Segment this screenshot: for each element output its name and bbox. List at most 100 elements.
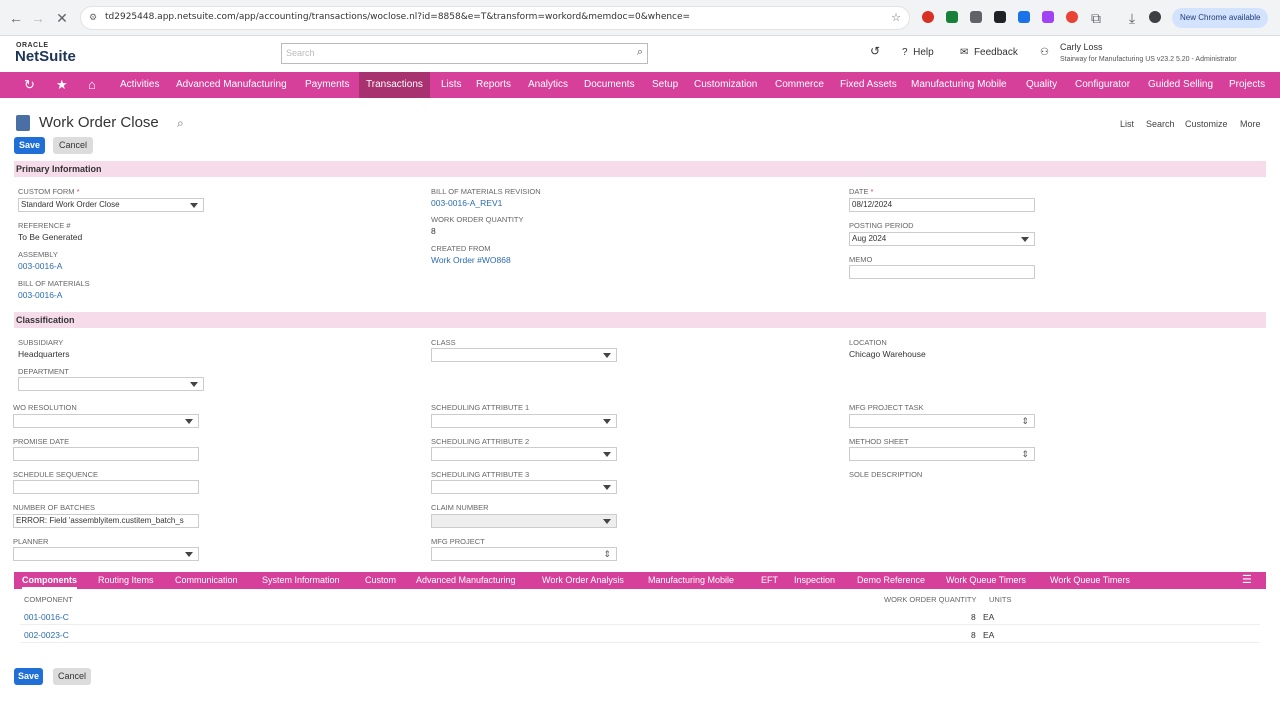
tab-work-order-analysis[interactable]: Work Order Analysis bbox=[542, 572, 624, 589]
component-link[interactable]: 001-0016-C bbox=[24, 612, 69, 622]
nav-documents[interactable]: Documents bbox=[584, 72, 635, 98]
posting-period-select[interactable]: Aug 2024 bbox=[849, 232, 1035, 246]
tab-custom[interactable]: Custom bbox=[365, 572, 396, 589]
nav-payments[interactable]: Payments bbox=[305, 72, 349, 98]
more-link[interactable]: More bbox=[1240, 119, 1261, 129]
tab-components[interactable]: Components bbox=[22, 572, 77, 589]
search-icon[interactable]: ⌕ bbox=[177, 116, 184, 131]
scheduling-attribute-1-select[interactable] bbox=[431, 414, 617, 428]
new-chrome-available-button[interactable]: New Chrome available bbox=[1172, 8, 1269, 28]
cancel-button-bottom[interactable]: Cancel bbox=[53, 668, 91, 685]
netsuite-logo[interactable]: NetSuite bbox=[15, 48, 76, 65]
nav-advanced-manufacturing[interactable]: Advanced Manufacturing bbox=[176, 72, 287, 98]
assembly-link[interactable]: 003-0016-A bbox=[18, 261, 62, 271]
method-sheet-select[interactable] bbox=[849, 447, 1035, 461]
tab-system-information[interactable]: System Information bbox=[262, 572, 340, 589]
tab-advanced-manufacturing[interactable]: Advanced Manufacturing bbox=[416, 572, 516, 589]
tab-work-queue-timers-2[interactable]: Work Queue Timers bbox=[1050, 572, 1130, 589]
nav-lists[interactable]: Lists bbox=[441, 72, 462, 98]
mfg-project-select[interactable] bbox=[431, 547, 617, 561]
extension-icon[interactable] bbox=[1042, 11, 1054, 23]
nav-setup[interactable]: Setup bbox=[652, 72, 678, 98]
extension-icon[interactable] bbox=[1066, 11, 1078, 23]
nav-commerce[interactable]: Commerce bbox=[775, 72, 824, 98]
extension-icon[interactable] bbox=[922, 11, 934, 23]
back-icon[interactable]: ← bbox=[6, 8, 26, 28]
user-roles-icon[interactable]: ⚇ bbox=[1040, 47, 1049, 58]
nav-customization[interactable]: Customization bbox=[694, 72, 757, 98]
component-column-header: COMPONENT bbox=[24, 595, 73, 604]
reference-value: To Be Generated bbox=[18, 232, 83, 242]
table-row: 002-0023-C 8 EA bbox=[20, 625, 1260, 643]
nav-configurator[interactable]: Configurator bbox=[1075, 72, 1130, 98]
date-input[interactable]: 08/12/2024 bbox=[849, 198, 1035, 212]
tab-demo-reference[interactable]: Demo Reference bbox=[857, 572, 925, 589]
download-icon[interactable]: ⤓ bbox=[1122, 8, 1142, 28]
nav-transactions[interactable]: Transactions bbox=[359, 72, 430, 98]
address-bar[interactable]: ⚙ td2925448.app.netsuite.com/app/account… bbox=[80, 6, 910, 30]
scheduling-attribute-2-label: SCHEDULING ATTRIBUTE 2 bbox=[431, 437, 530, 446]
primary-information-header[interactable]: Primary Information bbox=[14, 161, 1266, 177]
nav-fixed-assets[interactable]: Fixed Assets bbox=[840, 72, 897, 98]
site-info-icon[interactable]: ⚙ bbox=[89, 12, 97, 23]
bookmark-star-icon[interactable]: ☆ bbox=[891, 11, 901, 24]
user-name[interactable]: Carly Loss bbox=[1060, 42, 1103, 52]
search-icon[interactable]: ⌕ bbox=[637, 46, 643, 59]
mfg-project-task-select[interactable] bbox=[849, 414, 1035, 428]
tab-manufacturing-mobile[interactable]: Manufacturing Mobile bbox=[648, 572, 734, 589]
nav-projects[interactable]: Projects bbox=[1229, 72, 1265, 98]
wo-resolution-select[interactable] bbox=[13, 414, 199, 428]
profile-avatar[interactable] bbox=[1149, 11, 1161, 23]
created-from-link[interactable]: Work Order #WO868 bbox=[431, 255, 511, 265]
extensions-puzzle-icon[interactable]: ⧉ bbox=[1086, 8, 1106, 28]
department-label: DEPARTMENT bbox=[18, 367, 69, 376]
department-select[interactable] bbox=[18, 377, 204, 391]
tab-communication[interactable]: Communication bbox=[175, 572, 238, 589]
feedback-link[interactable]: ✉ Feedback bbox=[960, 47, 1018, 58]
schedule-sequence-input[interactable] bbox=[13, 480, 199, 494]
cancel-button[interactable]: Cancel bbox=[53, 137, 93, 154]
extension-icon[interactable] bbox=[970, 11, 982, 23]
list-link[interactable]: List bbox=[1120, 119, 1134, 129]
tab-work-queue-timers[interactable]: Work Queue Timers bbox=[946, 572, 1026, 589]
planner-select[interactable] bbox=[13, 547, 199, 561]
memo-input[interactable] bbox=[849, 265, 1035, 279]
promise-date-input[interactable] bbox=[13, 447, 199, 461]
extension-icon[interactable] bbox=[1018, 11, 1030, 23]
nav-manufacturing-mobile[interactable]: Manufacturing Mobile bbox=[911, 72, 1007, 98]
recent-records-icon[interactable]: ↺ bbox=[870, 44, 880, 58]
tab-inspection[interactable]: Inspection bbox=[794, 572, 835, 589]
bom-link[interactable]: 003-0016-A bbox=[18, 290, 62, 300]
save-button-bottom[interactable]: Save bbox=[14, 668, 43, 685]
nav-guided-selling[interactable]: Guided Selling bbox=[1148, 72, 1213, 98]
global-search-input[interactable]: Search ⌕ bbox=[281, 43, 648, 64]
classification-header[interactable]: Classification bbox=[14, 312, 1266, 328]
home-icon[interactable]: ⌂ bbox=[88, 72, 96, 98]
extension-icon[interactable] bbox=[994, 11, 1006, 23]
help-link[interactable]: ? Help bbox=[902, 47, 934, 58]
number-of-batches-input[interactable]: ERROR: Field 'assemblyitem.custitem_batc… bbox=[13, 514, 199, 528]
extension-icon[interactable] bbox=[946, 11, 958, 23]
nav-reports[interactable]: Reports bbox=[476, 72, 511, 98]
component-link[interactable]: 002-0023-C bbox=[24, 630, 69, 640]
search-link[interactable]: Search bbox=[1146, 119, 1175, 129]
nav-analytics[interactable]: Analytics bbox=[528, 72, 568, 98]
url-text: td2925448.app.netsuite.com/app/accountin… bbox=[105, 12, 691, 22]
scheduling-attribute-3-select[interactable] bbox=[431, 480, 617, 494]
nav-activities[interactable]: Activities bbox=[120, 72, 159, 98]
menu-icon[interactable]: ☰ bbox=[1242, 572, 1252, 589]
forward-icon[interactable]: → bbox=[28, 8, 48, 28]
bom-revision-link[interactable]: 003-0016-A_REV1 bbox=[431, 198, 502, 208]
custom-form-select[interactable]: Standard Work Order Close bbox=[18, 198, 204, 212]
feedback-icon: ✉ bbox=[960, 47, 969, 58]
recent-icon[interactable]: ↻ bbox=[24, 72, 35, 98]
save-button[interactable]: Save bbox=[14, 137, 45, 154]
customize-link[interactable]: Customize bbox=[1185, 119, 1228, 129]
stop-icon[interactable]: ✕ bbox=[52, 8, 72, 28]
nav-quality[interactable]: Quality bbox=[1026, 72, 1057, 98]
scheduling-attribute-2-select[interactable] bbox=[431, 447, 617, 461]
tab-routing-items[interactable]: Routing Items bbox=[98, 572, 154, 589]
favorites-star-icon[interactable]: ★ bbox=[56, 72, 68, 98]
tab-eft[interactable]: EFT bbox=[761, 572, 778, 589]
class-select[interactable] bbox=[431, 348, 617, 362]
